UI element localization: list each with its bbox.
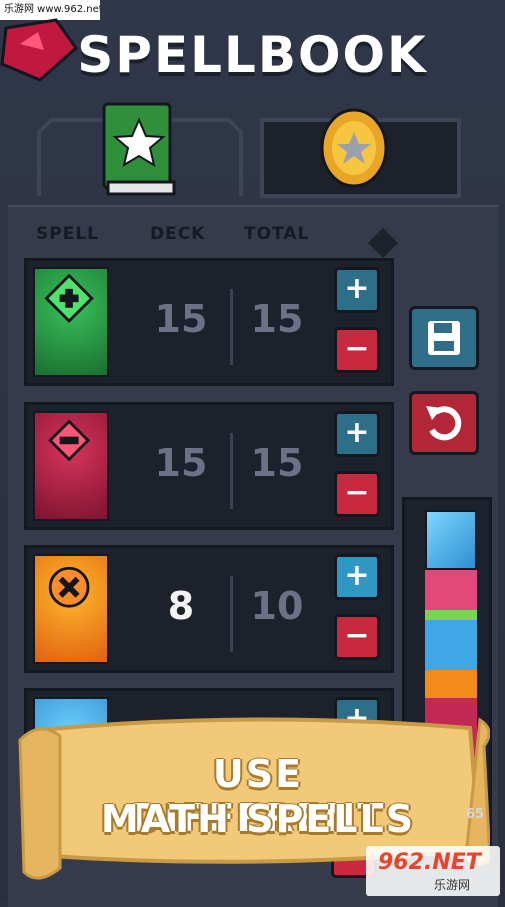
increase-button[interactable]: + [334, 554, 380, 600]
watermark-brand: 962.NET [378, 850, 481, 875]
deck-card-count: 65 [466, 807, 485, 822]
decrease-button[interactable]: − [334, 614, 380, 660]
page-title: SPELLBOOK [77, 26, 428, 84]
divider [230, 576, 233, 652]
top-deck-card [425, 510, 477, 570]
header-total: TOTAL [244, 224, 310, 244]
reset-button[interactable] [409, 391, 479, 455]
total-count: 15 [250, 297, 304, 341]
deck-count: 15 [154, 441, 208, 485]
undo-arrow-icon [426, 406, 462, 441]
banner-line-2: MATH SPELLS [100, 797, 416, 841]
minus-spell-card[interactable] [33, 411, 109, 521]
increase-button[interactable]: + [334, 267, 380, 313]
plus-rune-icon [44, 273, 94, 324]
header-diamond-icon [368, 228, 398, 258]
deck-count: 8 [167, 584, 195, 628]
decrease-button[interactable]: − [334, 471, 380, 517]
multiply-rune-icon [48, 566, 90, 608]
divider [230, 289, 233, 365]
minus-rune-icon [48, 419, 91, 462]
total-count: 10 [250, 584, 304, 628]
increase-button[interactable]: + [334, 411, 380, 457]
decrease-button[interactable]: − [334, 327, 380, 373]
multiply-spell-card[interactable] [33, 554, 109, 664]
save-button[interactable] [409, 306, 479, 370]
spell-row-minus: 15 15 + − [24, 402, 394, 530]
spell-row-plus: 15 15 + − [24, 258, 394, 386]
watermark-sub: 乐游网 [434, 878, 471, 892]
deck-count: 15 [154, 297, 208, 341]
header-spell: SPELL [36, 224, 99, 244]
divider [230, 433, 233, 509]
gold-star-coin-icon [320, 108, 388, 188]
save-disk-icon [428, 321, 460, 355]
plus-spell-card[interactable] [33, 267, 109, 377]
watermark-top: 乐游网 www.962.net [0, 0, 100, 20]
watermark-bottom: 962.NET 乐游网 [366, 846, 500, 896]
header-deck: DECK [150, 224, 206, 244]
green-spellbook-icon[interactable] [96, 98, 182, 198]
spell-row-multiply: 8 10 + − [24, 545, 394, 673]
total-count: 15 [250, 441, 304, 485]
